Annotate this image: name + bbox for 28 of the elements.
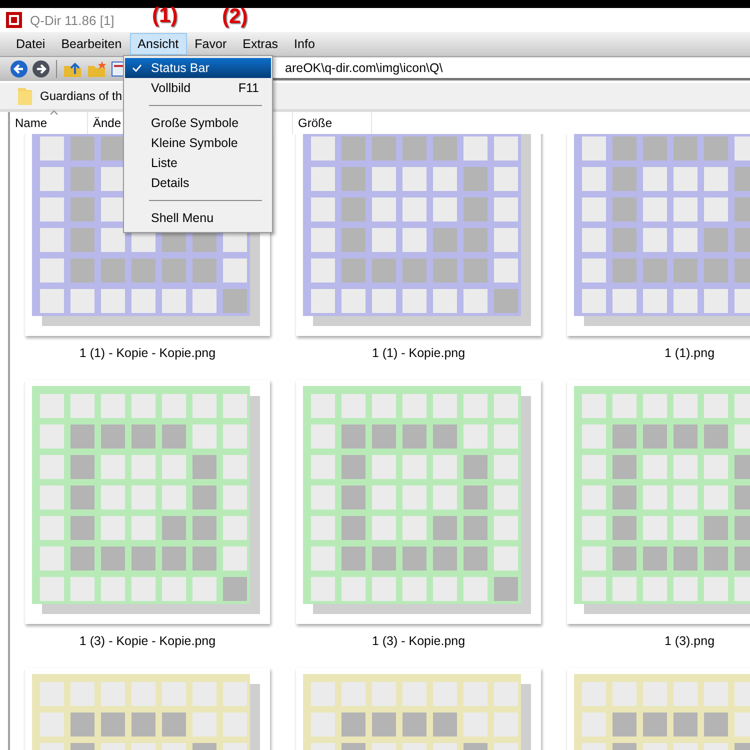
forward-icon[interactable] — [32, 60, 50, 78]
menu-option[interactable]: Kleine Symbole — [125, 133, 271, 153]
file-name: 1 (3) - Kopie.png — [372, 634, 466, 650]
file-name: 1 (3) - Kopie - Kopie.png — [79, 634, 216, 650]
app-icon — [6, 12, 22, 28]
file-name: 1 (1) - Kopie - Kopie.png — [79, 346, 216, 362]
folder-up-icon[interactable] — [63, 60, 83, 78]
menu-item[interactable]: Favor — [186, 33, 235, 55]
menu-item[interactable]: Extras — [234, 33, 286, 55]
menu-item[interactable]: Datei — [8, 33, 54, 55]
menu-option[interactable]: Details — [125, 173, 271, 193]
menu-option[interactable]: Große Symbole — [125, 113, 271, 133]
file-name: 1 (1).png — [664, 346, 715, 362]
step-annotation: (2) — [222, 5, 248, 29]
menu-option[interactable]: Vollbild F11 — [125, 78, 271, 98]
file-name: 1 (3).png — [664, 634, 715, 650]
back-icon[interactable] — [10, 60, 28, 78]
menu-option[interactable]: Status Bar — [125, 58, 271, 78]
folder-icon — [18, 87, 32, 105]
menu-option[interactable]: Liste — [125, 153, 271, 173]
file-name: 1 (1) - Kopie.png — [372, 346, 466, 362]
menu-option[interactable]: Shell Menu — [125, 208, 271, 228]
menu-item[interactable]: Ansicht — [130, 33, 187, 55]
menu-item[interactable]: Info — [286, 33, 323, 55]
menu-item[interactable]: Bearbeiten — [53, 33, 130, 55]
step-annotation: (1) — [152, 4, 178, 28]
window-title: Q-Dir 11.86 [1] — [30, 12, 114, 28]
folder-tab[interactable]: Guardians of th — [40, 89, 122, 103]
